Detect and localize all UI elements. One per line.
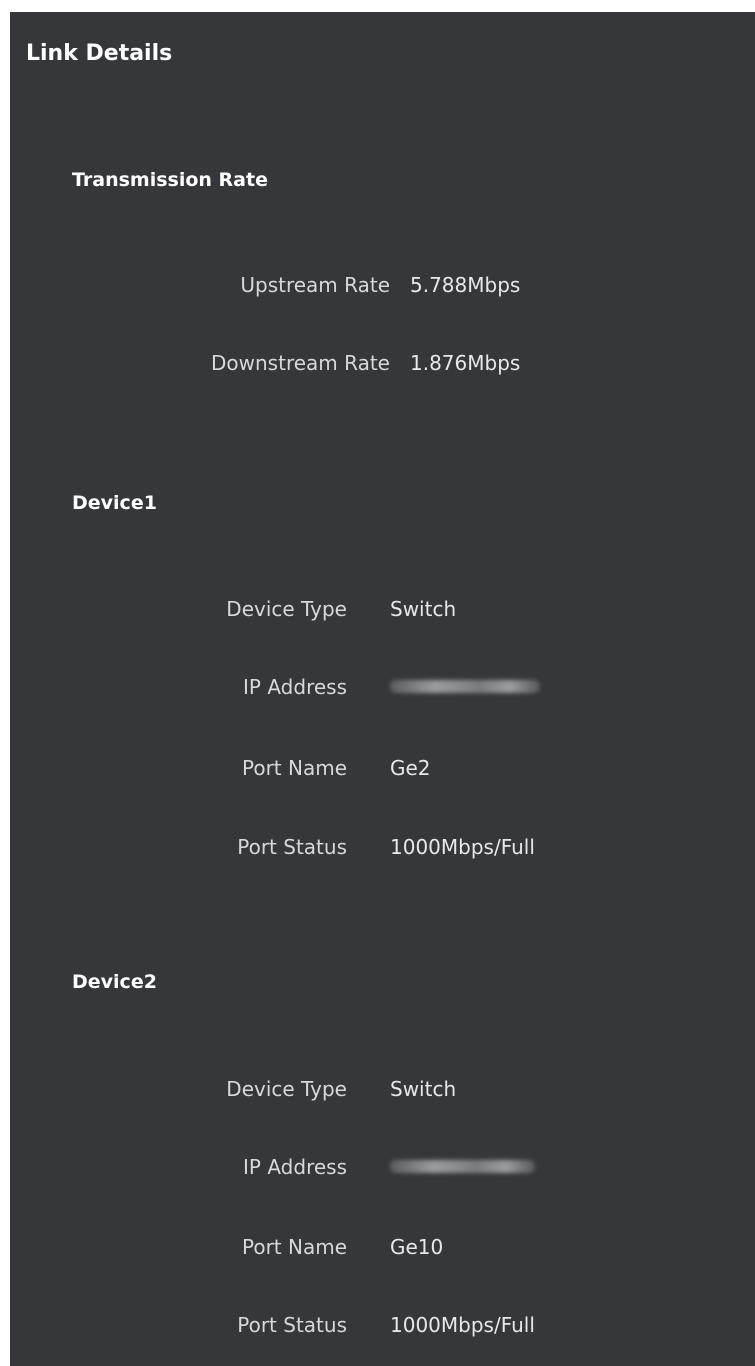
device1-port-name-row: Port Name Ge2	[10, 753, 755, 783]
device1-heading: Device1	[72, 492, 157, 514]
upstream-rate-label: Upstream Rate	[240, 273, 390, 297]
port-status-label: Port Status	[237, 1313, 347, 1337]
device2-port-name-row: Port Name Ge10	[10, 1232, 755, 1262]
port-status-value: 1000Mbps/Full	[390, 835, 535, 859]
device-type-label: Device Type	[226, 597, 347, 621]
port-name-label: Port Name	[241, 756, 347, 780]
device1-type-row: Device Type Switch	[10, 594, 755, 624]
downstream-rate-label: Downstream Rate	[211, 351, 390, 375]
downstream-rate-row: Downstream Rate 1.876Mbps	[10, 348, 755, 378]
device2-heading: Device2	[72, 971, 157, 993]
device-type-value: Switch	[390, 597, 457, 621]
device2-ip-row: IP Address	[10, 1152, 755, 1182]
downstream-rate-value: 1.876Mbps	[410, 351, 521, 375]
upstream-rate-row: Upstream Rate 5.788Mbps	[10, 270, 755, 300]
transmission-rate-heading: Transmission Rate	[72, 169, 268, 191]
panel-title: Link Details	[26, 41, 173, 66]
ip-address-label: IP Address	[243, 1155, 347, 1179]
port-status-label: Port Status	[237, 835, 347, 859]
ip-address-value-redacted	[390, 1160, 535, 1173]
device1-ip-row: IP Address	[10, 672, 755, 702]
upstream-rate-value: 5.788Mbps	[410, 273, 521, 297]
link-details-panel: Link Details Transmission Rate Upstream …	[10, 12, 755, 1366]
device-type-value: Switch	[390, 1077, 457, 1101]
device2-port-status-row: Port Status 1000Mbps/Full	[10, 1310, 755, 1340]
ip-address-label: IP Address	[243, 675, 347, 699]
port-status-value: 1000Mbps/Full	[390, 1313, 535, 1337]
device1-port-status-row: Port Status 1000Mbps/Full	[10, 832, 755, 862]
ip-address-value-redacted	[390, 680, 540, 693]
port-name-value: Ge2	[390, 756, 431, 780]
device-type-label: Device Type	[226, 1077, 347, 1101]
port-name-value: Ge10	[390, 1235, 444, 1259]
port-name-label: Port Name	[241, 1235, 347, 1259]
device2-type-row: Device Type Switch	[10, 1074, 755, 1104]
